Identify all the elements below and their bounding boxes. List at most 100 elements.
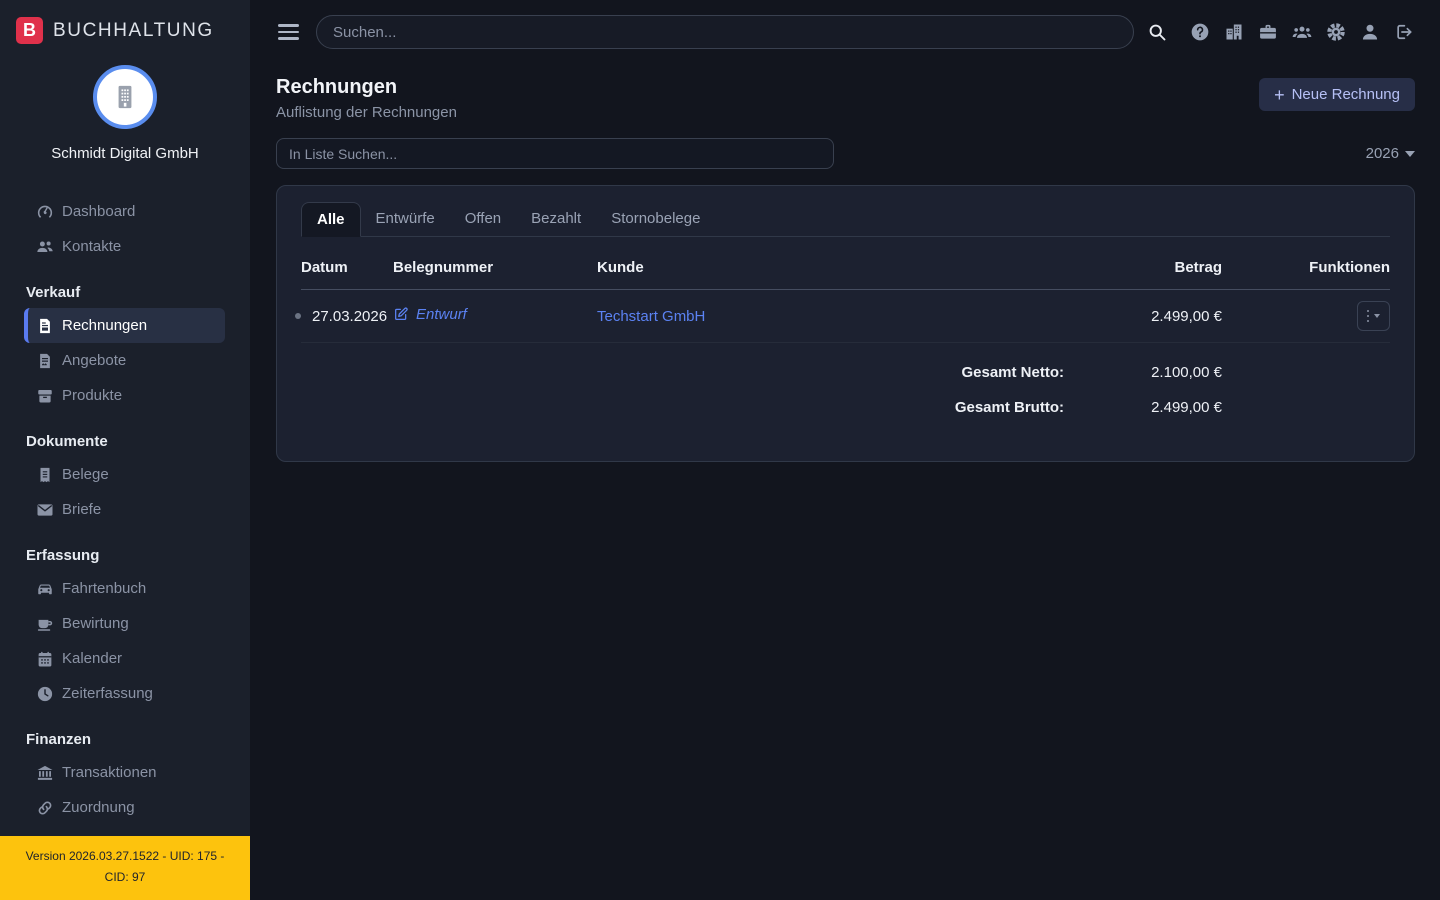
col-header-kunde: Kunde (597, 259, 644, 276)
plus-icon: + (1274, 84, 1285, 105)
sidebar-item-rechnungen[interactable]: Rechnungen (24, 308, 225, 343)
briefcase-icon[interactable] (1258, 22, 1278, 42)
page-title: Rechnungen (276, 76, 398, 98)
sidebar-nav: Dashboard Kontakte Verkauf Rechnungen An… (0, 194, 250, 825)
sidebar-item-fahrtenbuch[interactable]: Fahrtenbuch (24, 571, 225, 606)
sidebar-item-label: Briefe (62, 501, 102, 518)
sidebar-item-bewirtung[interactable]: Bewirtung (24, 606, 225, 641)
bank-icon (36, 764, 54, 782)
tab-bezahlt[interactable]: Bezahlt (516, 202, 596, 237)
total-brutto-value: 2.499,00 € (1151, 399, 1222, 416)
cell-kunde: Techstart GmbH (597, 308, 1064, 325)
total-brutto-label: Gesamt Brutto: (954, 399, 1064, 416)
calendar-icon (36, 650, 54, 668)
page-subtitle: Auflistung der Rechnungen (276, 104, 457, 121)
sidebar-item-label: Fahrtenbuch (62, 580, 147, 597)
row-actions-button[interactable] (1357, 301, 1390, 331)
sidebar-item-zeiterfassung[interactable]: Zeiterfassung (24, 676, 225, 711)
sidebar-item-zuordnung[interactable]: Zuordnung (24, 790, 225, 825)
sidebar-item-angebote[interactable]: Angebote (24, 343, 225, 378)
sidebar-item-dashboard[interactable]: Dashboard (24, 194, 225, 229)
link-icon (36, 799, 54, 817)
total-netto-row: Gesamt Netto: 2.100,00 € (301, 355, 1390, 390)
ellipsis-vertical-icon (1366, 309, 1370, 323)
col-header-belegnummer: Belegnummer (393, 259, 494, 276)
gauge-icon (36, 203, 54, 221)
file-lines-icon (36, 352, 54, 370)
sidebar-item-label: Belege (62, 466, 109, 483)
hamburger-menu-icon[interactable] (278, 24, 299, 40)
tab-alle[interactable]: Alle (301, 202, 361, 237)
invoice-card: Alle Entwürfe Offen Bezahlt Stornobelege… (276, 185, 1415, 462)
sidebar-item-kontakte[interactable]: Kontakte (24, 229, 225, 264)
sidebar-item-label: Transaktionen (62, 764, 157, 781)
version-bar: Version 2026.03.27.1522 - UID: 175 - CID… (0, 836, 250, 900)
draft-status-link[interactable]: Entwurf (393, 306, 467, 323)
total-netto-label: Gesamt Netto: (961, 364, 1064, 381)
cell-betrag: 2.499,00 € (1151, 307, 1222, 325)
sidebar-item-transaktionen[interactable]: Transaktionen (24, 755, 225, 790)
box-icon (36, 387, 54, 405)
car-icon (36, 580, 54, 598)
year-filter-dropdown[interactable]: 2026 (1366, 145, 1415, 162)
sidebar-section-verkauf: Verkauf (26, 284, 81, 301)
main-area: Rechnungen Auflistung der Rechnungen + N… (250, 0, 1440, 900)
sidebar-item-briefe[interactable]: Briefe (24, 492, 225, 527)
sidebar-section-dokumente: Dokumente (26, 433, 108, 450)
invoice-table: Datum Belegnummer Kunde Betrag Funktione… (295, 251, 1390, 343)
sign-out-icon[interactable] (1394, 22, 1414, 42)
help-circle-icon[interactable] (1190, 22, 1210, 42)
building-icon (111, 83, 139, 111)
tab-entwuerfe[interactable]: Entwürfe (361, 202, 450, 237)
users-icon[interactable] (1292, 22, 1312, 42)
sidebar-item-label: Bewirtung (62, 615, 129, 632)
col-header-datum: Datum (301, 259, 348, 276)
logo-mark-icon: B (16, 17, 43, 44)
sidebar-item-label: Rechnungen (62, 317, 148, 334)
users-icon (36, 238, 54, 256)
tab-stornobelege[interactable]: Stornobelege (596, 202, 715, 237)
gear-icon[interactable] (1326, 22, 1346, 42)
status-dot (295, 313, 301, 319)
cell-belegnummer: Entwurf (393, 306, 597, 327)
sidebar-item-label: Zuordnung (62, 799, 135, 816)
cell-datum: 27.03.2026 (295, 308, 393, 325)
envelope-icon (36, 501, 54, 519)
table-header-row: Datum Belegnummer Kunde Betrag Funktione… (301, 251, 1390, 290)
sidebar-item-belege[interactable]: Belege (24, 457, 225, 492)
company-name: Schmidt Digital GmbH (51, 145, 199, 162)
col-header-funktionen: Funktionen (1309, 259, 1390, 276)
brand-title: BUCHHALTUNG (53, 19, 214, 41)
tab-offen[interactable]: Offen (450, 202, 516, 237)
table-row[interactable]: 27.03.2026 Entwurf Techstart GmbH 2.499,… (295, 290, 1390, 343)
sidebar-item-produkte[interactable]: Produkte (24, 378, 225, 413)
content: Rechnungen Auflistung der Rechnungen + N… (250, 64, 1440, 462)
city-icon[interactable] (1224, 22, 1244, 42)
sidebar-item-kalender[interactable]: Kalender (24, 641, 225, 676)
total-netto-value: 2.100,00 € (1151, 364, 1222, 381)
chevron-down-icon (1374, 314, 1381, 318)
sidebar-item-label: Kontakte (62, 238, 122, 255)
total-brutto-row: Gesamt Brutto: 2.499,00 € (301, 390, 1390, 425)
totals-section: Gesamt Netto: 2.100,00 € Gesamt Brutto: … (301, 355, 1390, 425)
edit-icon (393, 306, 409, 322)
sidebar-section-erfassung: Erfassung (26, 547, 100, 564)
sidebar-section-finanzen: Finanzen (26, 731, 92, 748)
user-icon[interactable] (1360, 22, 1380, 42)
company-avatar[interactable] (93, 65, 157, 129)
col-header-betrag: Betrag (1174, 259, 1222, 276)
sidebar: B BUCHHALTUNG Schmidt Digital GmbH Dashb… (0, 0, 250, 900)
new-invoice-button[interactable]: + Neue Rechnung (1259, 78, 1415, 111)
sidebar-item-label: Angebote (62, 352, 127, 369)
sidebar-item-label: Kalender (62, 650, 123, 667)
topbar-icon-group (1190, 22, 1414, 42)
customer-link[interactable]: Techstart GmbH (597, 308, 705, 325)
sidebar-item-label: Produkte (62, 387, 123, 404)
app-logo[interactable]: B BUCHHALTUNG (0, 0, 250, 44)
chevron-down-icon (1405, 150, 1415, 157)
global-search-input[interactable] (316, 15, 1134, 49)
receipt-icon (36, 466, 54, 484)
search-icon[interactable] (1147, 22, 1167, 42)
sidebar-item-label: Zeiterfassung (62, 685, 153, 702)
list-search-input[interactable] (276, 138, 834, 169)
